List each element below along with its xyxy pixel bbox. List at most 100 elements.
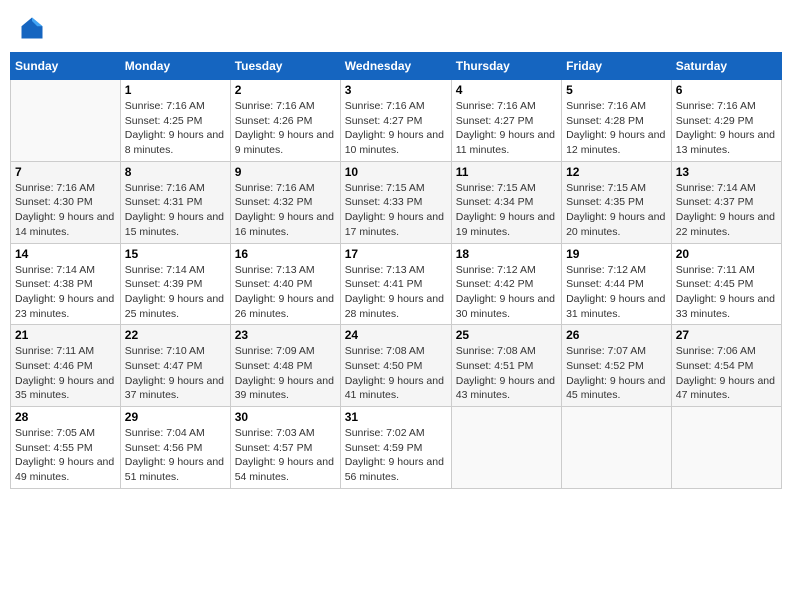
day-number: 8 [125, 165, 226, 179]
weekday-header: Thursday [451, 53, 561, 80]
day-number: 1 [125, 83, 226, 97]
calendar-cell: 26 Sunrise: 7:07 AMSunset: 4:52 PMDaylig… [562, 325, 672, 407]
calendar-week-row: 14 Sunrise: 7:14 AMSunset: 4:38 PMDaylig… [11, 243, 782, 325]
day-number: 28 [15, 410, 116, 424]
calendar-cell: 8 Sunrise: 7:16 AMSunset: 4:31 PMDayligh… [120, 161, 230, 243]
day-number: 16 [235, 247, 336, 261]
day-number: 15 [125, 247, 226, 261]
day-number: 27 [676, 328, 777, 342]
day-number: 12 [566, 165, 667, 179]
day-number: 31 [345, 410, 447, 424]
day-number: 30 [235, 410, 336, 424]
calendar-cell: 2 Sunrise: 7:16 AMSunset: 4:26 PMDayligh… [230, 80, 340, 162]
day-detail: Sunrise: 7:16 AMSunset: 4:30 PMDaylight:… [15, 181, 116, 240]
calendar-week-row: 7 Sunrise: 7:16 AMSunset: 4:30 PMDayligh… [11, 161, 782, 243]
day-detail: Sunrise: 7:10 AMSunset: 4:47 PMDaylight:… [125, 344, 226, 403]
calendar-cell: 18 Sunrise: 7:12 AMSunset: 4:42 PMDaylig… [451, 243, 561, 325]
calendar-cell: 17 Sunrise: 7:13 AMSunset: 4:41 PMDaylig… [340, 243, 451, 325]
day-number: 6 [676, 83, 777, 97]
calendar-cell [451, 407, 561, 489]
logo [18, 14, 50, 42]
calendar-cell [671, 407, 781, 489]
calendar-cell: 5 Sunrise: 7:16 AMSunset: 4:28 PMDayligh… [562, 80, 672, 162]
calendar-cell: 6 Sunrise: 7:16 AMSunset: 4:29 PMDayligh… [671, 80, 781, 162]
weekday-header: Tuesday [230, 53, 340, 80]
page-header [10, 10, 782, 46]
weekday-header: Monday [120, 53, 230, 80]
day-detail: Sunrise: 7:16 AMSunset: 4:25 PMDaylight:… [125, 99, 226, 158]
day-number: 5 [566, 83, 667, 97]
day-number: 20 [676, 247, 777, 261]
calendar-cell: 1 Sunrise: 7:16 AMSunset: 4:25 PMDayligh… [120, 80, 230, 162]
day-detail: Sunrise: 7:15 AMSunset: 4:35 PMDaylight:… [566, 181, 667, 240]
logo-icon [18, 14, 46, 42]
calendar-cell: 7 Sunrise: 7:16 AMSunset: 4:30 PMDayligh… [11, 161, 121, 243]
weekday-header: Wednesday [340, 53, 451, 80]
calendar-cell: 12 Sunrise: 7:15 AMSunset: 4:35 PMDaylig… [562, 161, 672, 243]
calendar-cell: 27 Sunrise: 7:06 AMSunset: 4:54 PMDaylig… [671, 325, 781, 407]
day-detail: Sunrise: 7:08 AMSunset: 4:51 PMDaylight:… [456, 344, 557, 403]
calendar-week-row: 28 Sunrise: 7:05 AMSunset: 4:55 PMDaylig… [11, 407, 782, 489]
calendar-cell: 25 Sunrise: 7:08 AMSunset: 4:51 PMDaylig… [451, 325, 561, 407]
day-detail: Sunrise: 7:09 AMSunset: 4:48 PMDaylight:… [235, 344, 336, 403]
calendar-cell: 31 Sunrise: 7:02 AMSunset: 4:59 PMDaylig… [340, 407, 451, 489]
weekday-header: Sunday [11, 53, 121, 80]
day-number: 25 [456, 328, 557, 342]
calendar-cell: 15 Sunrise: 7:14 AMSunset: 4:39 PMDaylig… [120, 243, 230, 325]
calendar-week-row: 1 Sunrise: 7:16 AMSunset: 4:25 PMDayligh… [11, 80, 782, 162]
calendar-table: SundayMondayTuesdayWednesdayThursdayFrid… [10, 52, 782, 489]
day-number: 13 [676, 165, 777, 179]
day-detail: Sunrise: 7:15 AMSunset: 4:33 PMDaylight:… [345, 181, 447, 240]
day-number: 9 [235, 165, 336, 179]
calendar-cell: 3 Sunrise: 7:16 AMSunset: 4:27 PMDayligh… [340, 80, 451, 162]
day-detail: Sunrise: 7:16 AMSunset: 4:31 PMDaylight:… [125, 181, 226, 240]
day-detail: Sunrise: 7:16 AMSunset: 4:29 PMDaylight:… [676, 99, 777, 158]
day-detail: Sunrise: 7:05 AMSunset: 4:55 PMDaylight:… [15, 426, 116, 485]
day-detail: Sunrise: 7:16 AMSunset: 4:27 PMDaylight:… [345, 99, 447, 158]
weekday-header: Friday [562, 53, 672, 80]
day-detail: Sunrise: 7:13 AMSunset: 4:40 PMDaylight:… [235, 263, 336, 322]
day-number: 19 [566, 247, 667, 261]
calendar-cell: 30 Sunrise: 7:03 AMSunset: 4:57 PMDaylig… [230, 407, 340, 489]
calendar-cell: 4 Sunrise: 7:16 AMSunset: 4:27 PMDayligh… [451, 80, 561, 162]
calendar-cell [11, 80, 121, 162]
day-number: 11 [456, 165, 557, 179]
calendar-cell: 22 Sunrise: 7:10 AMSunset: 4:47 PMDaylig… [120, 325, 230, 407]
calendar-cell: 14 Sunrise: 7:14 AMSunset: 4:38 PMDaylig… [11, 243, 121, 325]
calendar-cell: 24 Sunrise: 7:08 AMSunset: 4:50 PMDaylig… [340, 325, 451, 407]
day-detail: Sunrise: 7:12 AMSunset: 4:42 PMDaylight:… [456, 263, 557, 322]
day-detail: Sunrise: 7:08 AMSunset: 4:50 PMDaylight:… [345, 344, 447, 403]
day-detail: Sunrise: 7:02 AMSunset: 4:59 PMDaylight:… [345, 426, 447, 485]
day-number: 22 [125, 328, 226, 342]
day-number: 3 [345, 83, 447, 97]
calendar-cell: 20 Sunrise: 7:11 AMSunset: 4:45 PMDaylig… [671, 243, 781, 325]
day-number: 10 [345, 165, 447, 179]
calendar-week-row: 21 Sunrise: 7:11 AMSunset: 4:46 PMDaylig… [11, 325, 782, 407]
day-detail: Sunrise: 7:14 AMSunset: 4:37 PMDaylight:… [676, 181, 777, 240]
day-number: 26 [566, 328, 667, 342]
day-detail: Sunrise: 7:06 AMSunset: 4:54 PMDaylight:… [676, 344, 777, 403]
day-detail: Sunrise: 7:11 AMSunset: 4:46 PMDaylight:… [15, 344, 116, 403]
day-detail: Sunrise: 7:12 AMSunset: 4:44 PMDaylight:… [566, 263, 667, 322]
day-number: 24 [345, 328, 447, 342]
calendar-cell: 10 Sunrise: 7:15 AMSunset: 4:33 PMDaylig… [340, 161, 451, 243]
day-number: 23 [235, 328, 336, 342]
calendar-cell: 16 Sunrise: 7:13 AMSunset: 4:40 PMDaylig… [230, 243, 340, 325]
day-detail: Sunrise: 7:13 AMSunset: 4:41 PMDaylight:… [345, 263, 447, 322]
calendar-header-row: SundayMondayTuesdayWednesdayThursdayFrid… [11, 53, 782, 80]
day-number: 2 [235, 83, 336, 97]
day-detail: Sunrise: 7:03 AMSunset: 4:57 PMDaylight:… [235, 426, 336, 485]
day-detail: Sunrise: 7:11 AMSunset: 4:45 PMDaylight:… [676, 263, 777, 322]
day-detail: Sunrise: 7:15 AMSunset: 4:34 PMDaylight:… [456, 181, 557, 240]
day-detail: Sunrise: 7:16 AMSunset: 4:32 PMDaylight:… [235, 181, 336, 240]
calendar-cell [562, 407, 672, 489]
day-detail: Sunrise: 7:04 AMSunset: 4:56 PMDaylight:… [125, 426, 226, 485]
calendar-cell: 19 Sunrise: 7:12 AMSunset: 4:44 PMDaylig… [562, 243, 672, 325]
calendar-cell: 29 Sunrise: 7:04 AMSunset: 4:56 PMDaylig… [120, 407, 230, 489]
day-number: 7 [15, 165, 116, 179]
calendar-cell: 9 Sunrise: 7:16 AMSunset: 4:32 PMDayligh… [230, 161, 340, 243]
day-detail: Sunrise: 7:16 AMSunset: 4:28 PMDaylight:… [566, 99, 667, 158]
day-number: 17 [345, 247, 447, 261]
day-number: 18 [456, 247, 557, 261]
day-number: 29 [125, 410, 226, 424]
